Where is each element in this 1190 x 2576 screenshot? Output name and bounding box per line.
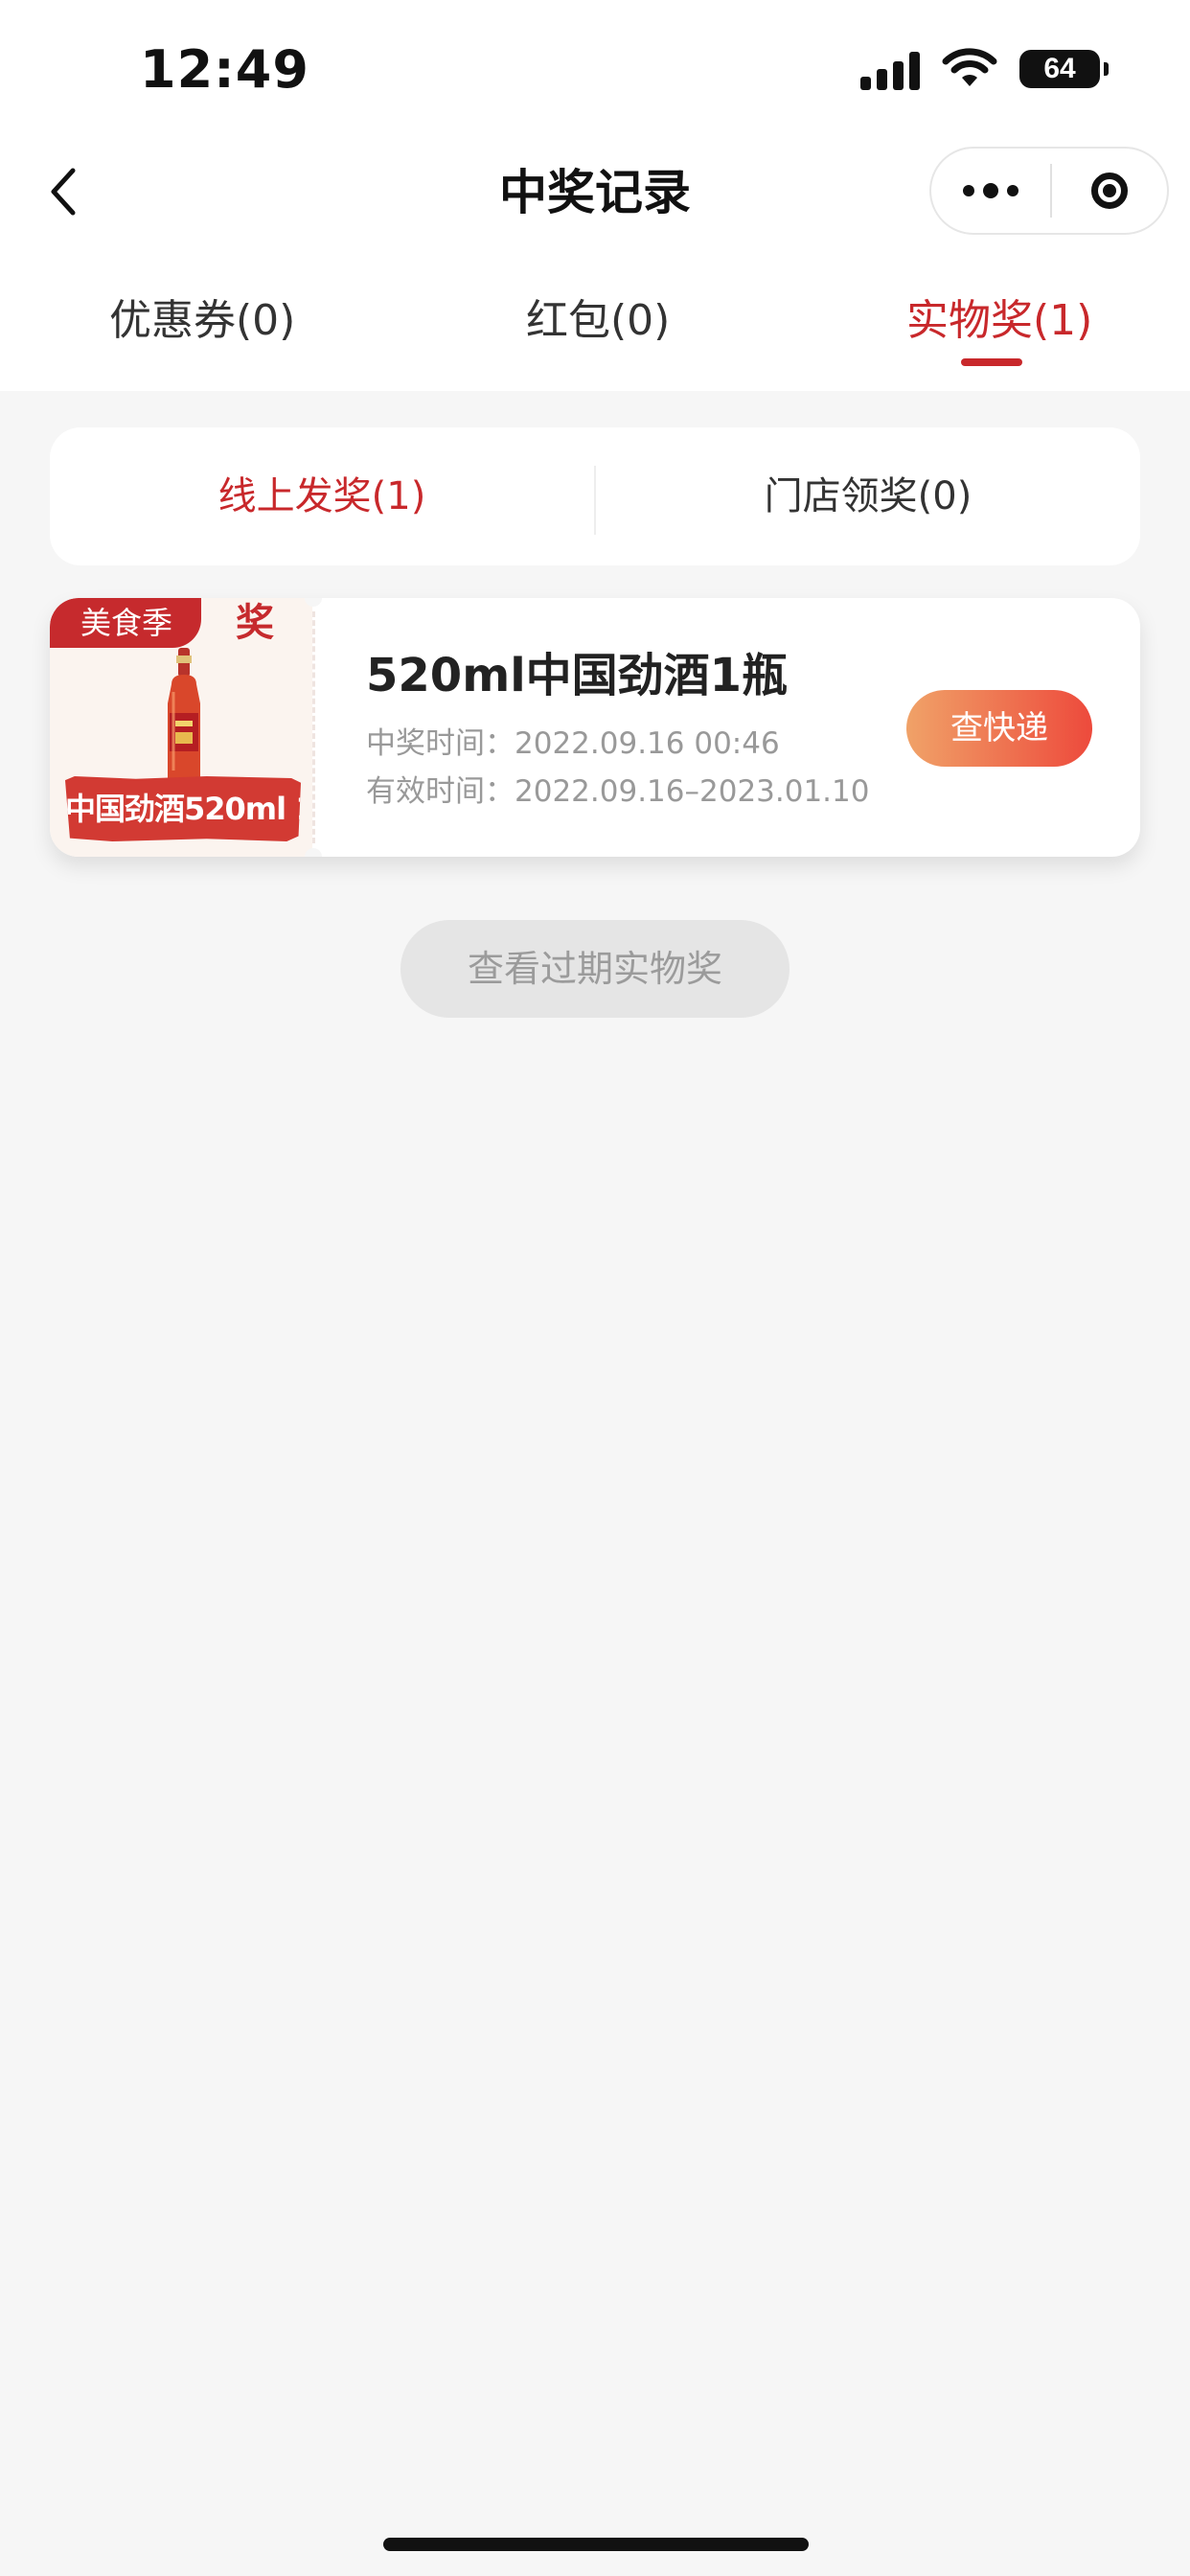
delivery-subtabs: 线上发奖(1) 门店领奖(0) xyxy=(50,427,1140,565)
ticket-perforation xyxy=(312,611,315,843)
prize-image-corner-text: 奖 xyxy=(236,601,274,645)
season-tag: 美食季 xyxy=(50,598,202,648)
tab-coupons[interactable]: 优惠券(0) xyxy=(109,278,295,364)
subtab-online-delivery[interactable]: 线上发奖(1) xyxy=(50,427,594,565)
active-tab-indicator xyxy=(961,358,1022,366)
prize-name: 520ml中国劲酒1瓶 xyxy=(366,649,789,702)
status-time: 12:49 xyxy=(140,39,309,100)
home-indicator[interactable] xyxy=(383,2538,809,2551)
cellular-signal-icon xyxy=(860,48,920,90)
target-circle-icon xyxy=(1091,172,1128,209)
subtab-store-pickup[interactable]: 门店领奖(0) xyxy=(596,427,1140,565)
track-delivery-button[interactable]: 查快递 xyxy=(906,690,1092,767)
close-mini-program-button[interactable] xyxy=(1052,147,1167,235)
liquor-bottle-icon xyxy=(168,648,200,788)
valid-period: 有效时间：2022.09.16–2023.01.10 xyxy=(366,774,870,809)
tab-physical-prizes[interactable]: 实物奖(1) xyxy=(906,278,1092,364)
mini-program-capsule xyxy=(929,147,1169,235)
more-dots-icon xyxy=(963,185,974,196)
view-expired-prizes-button[interactable]: 查看过期实物奖 xyxy=(400,920,790,1018)
battery-icon: 64 xyxy=(1019,50,1109,88)
status-icons: 64 xyxy=(860,40,1109,98)
win-time: 中奖时间：2022.09.16 00:46 xyxy=(366,726,780,761)
prize-card[interactable]: 奖 中国劲酒520ml 1瓶 美食季 520ml中国劲酒1瓶 中奖时间：2022… xyxy=(50,598,1140,857)
prize-type-tabs: 优惠券(0) 红包(0) 实物奖(1) xyxy=(0,278,1190,364)
tab-red-packets[interactable]: 红包(0) xyxy=(526,278,670,364)
prize-image-banner: 中国劲酒520ml 1瓶 xyxy=(65,776,301,841)
wifi-icon xyxy=(942,48,997,86)
more-button[interactable] xyxy=(931,147,1050,235)
